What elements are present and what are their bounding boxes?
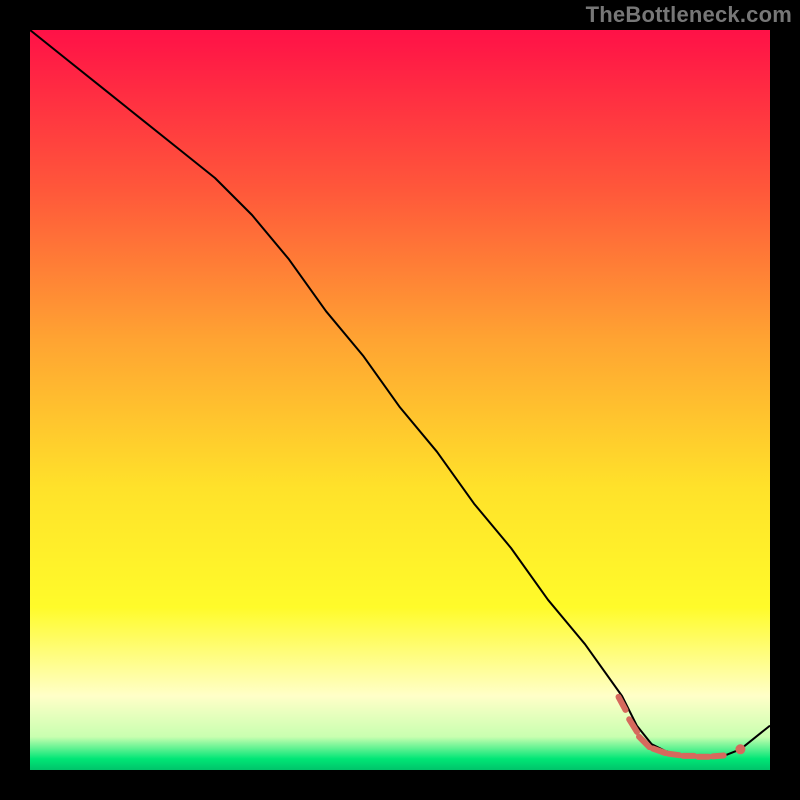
highlight-dashes-4	[668, 754, 679, 756]
gradient-background	[30, 30, 770, 770]
highlight-dot	[735, 744, 745, 754]
watermark-text: TheBottleneck.com	[586, 2, 792, 28]
chart-stage: TheBottleneck.com	[0, 0, 800, 800]
plot-area	[30, 30, 770, 770]
highlight-dashes-7	[713, 756, 724, 757]
chart-svg	[30, 30, 770, 770]
highlight-dashes-3	[653, 749, 666, 754]
